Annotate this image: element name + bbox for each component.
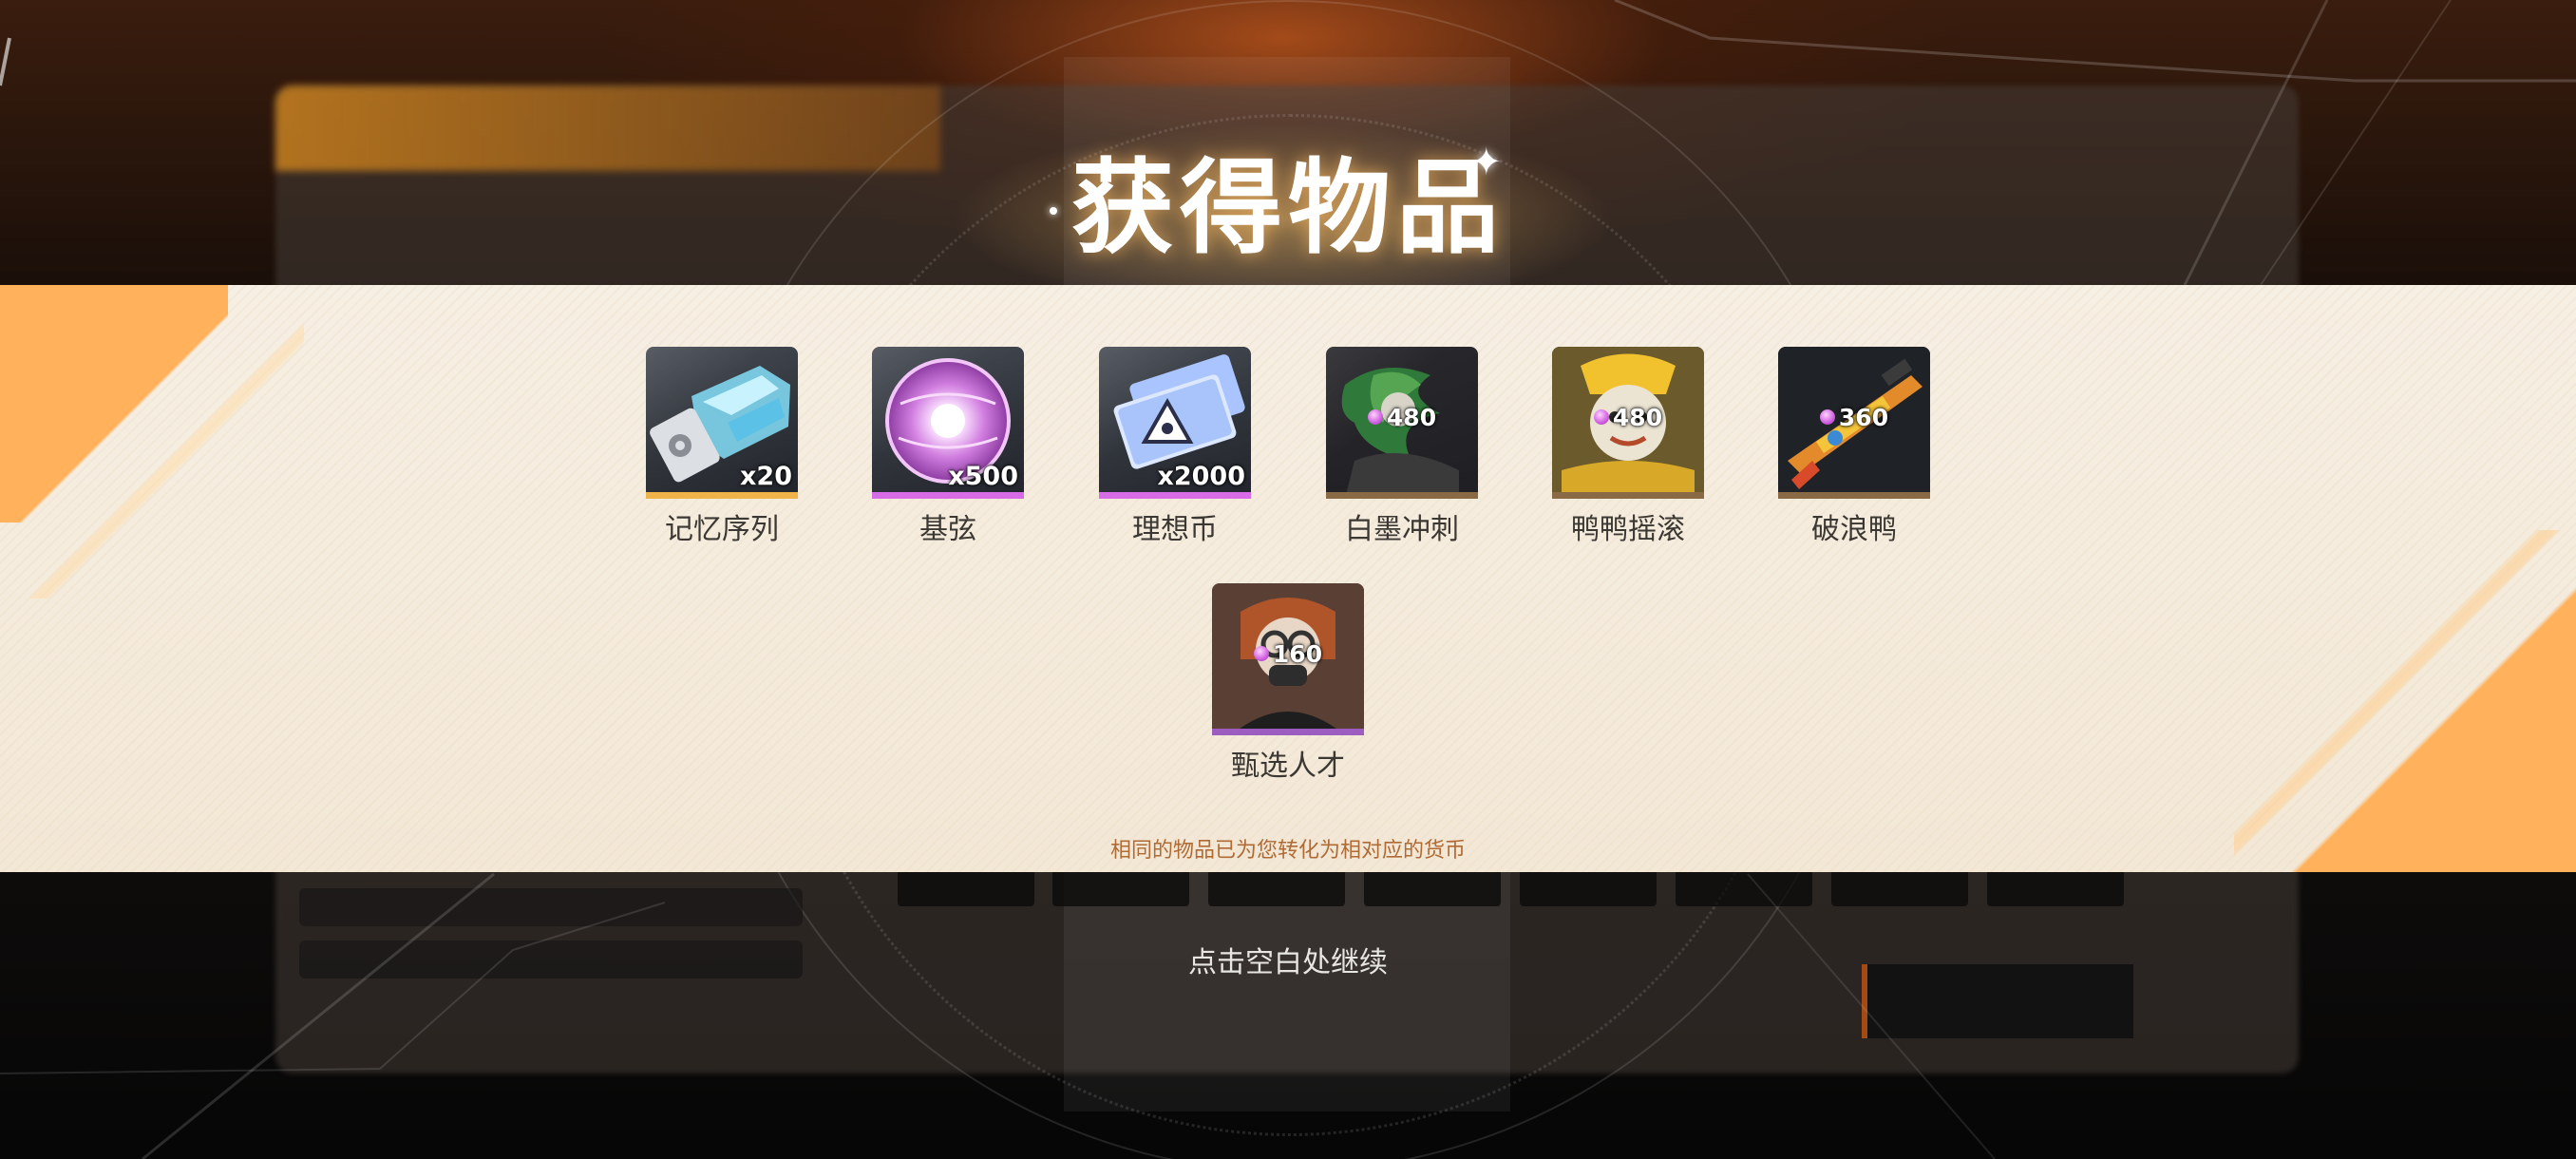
rarity-bar — [1099, 492, 1251, 499]
item-frame: x2000 — [1099, 347, 1251, 499]
reward-item[interactable]: x500 基弦 — [853, 347, 1043, 548]
item-price: 360 — [1778, 404, 1930, 431]
gem-icon — [1253, 646, 1269, 661]
item-price: 160 — [1212, 640, 1364, 668]
sparkle-icon: ✦ — [1470, 141, 1503, 184]
item-price-value: 480 — [1612, 404, 1663, 431]
reward-item[interactable]: 480 鸭鸭摇滚 — [1533, 347, 1723, 548]
reward-item[interactable]: 480 白墨冲刺 — [1307, 347, 1497, 548]
item-price-value: 160 — [1272, 640, 1323, 668]
reward-screen[interactable]: 获得物品 ✦ x20 记忆序列 x500 基弦 x2000 理想币 480 白墨… — [0, 0, 2576, 1159]
item-quantity: x2000 — [1157, 462, 1245, 491]
tap-to-continue-hint[interactable]: 点击空白处继续 — [0, 939, 2576, 980]
reward-item[interactable]: x2000 理想币 — [1080, 347, 1270, 548]
item-name: 基弦 — [919, 513, 976, 546]
item-frame: 360 — [1778, 347, 1930, 499]
gem-icon — [1593, 409, 1609, 425]
item-price: 480 — [1326, 404, 1478, 431]
item-price-value: 360 — [1838, 404, 1889, 431]
item-quantity: x20 — [740, 462, 792, 491]
item-price-value: 480 — [1386, 404, 1437, 431]
gem-icon — [1367, 409, 1383, 425]
item-name: 破浪鸭 — [1811, 513, 1897, 546]
item-name: 白墨冲刺 — [1345, 513, 1459, 546]
rarity-bar — [1552, 492, 1704, 499]
band-accent-left — [0, 285, 228, 522]
rarity-bar — [872, 492, 1024, 499]
item-price: 480 — [1552, 404, 1704, 431]
reward-item[interactable]: 160 甄选人才 — [1193, 583, 1383, 785]
reward-item[interactable]: x20 记忆序列 — [627, 347, 817, 548]
band-accent-right — [2291, 587, 2576, 872]
item-name: 鸭鸭摇滚 — [1571, 513, 1685, 546]
item-name: 记忆序列 — [665, 513, 779, 546]
reward-item[interactable]: 360 破浪鸭 — [1759, 347, 1949, 548]
item-frame: x20 — [646, 347, 798, 499]
item-quantity: x500 — [948, 462, 1018, 491]
conversion-note: 相同的物品已为您转化为相对应的货币 — [1109, 839, 1466, 863]
item-frame: 480 — [1552, 347, 1704, 499]
sparkle-icon — [1050, 207, 1057, 215]
item-frame: 480 — [1326, 347, 1478, 499]
rarity-bar — [1212, 729, 1364, 735]
item-frame: x500 — [872, 347, 1024, 499]
gem-icon — [1819, 409, 1835, 425]
item-name: 甄选人才 — [1231, 750, 1345, 783]
item-frame: 160 — [1212, 583, 1364, 735]
item-name: 理想币 — [1132, 513, 1218, 546]
rarity-bar — [646, 492, 798, 499]
rarity-bar — [1778, 492, 1930, 499]
rarity-bar — [1326, 492, 1478, 499]
